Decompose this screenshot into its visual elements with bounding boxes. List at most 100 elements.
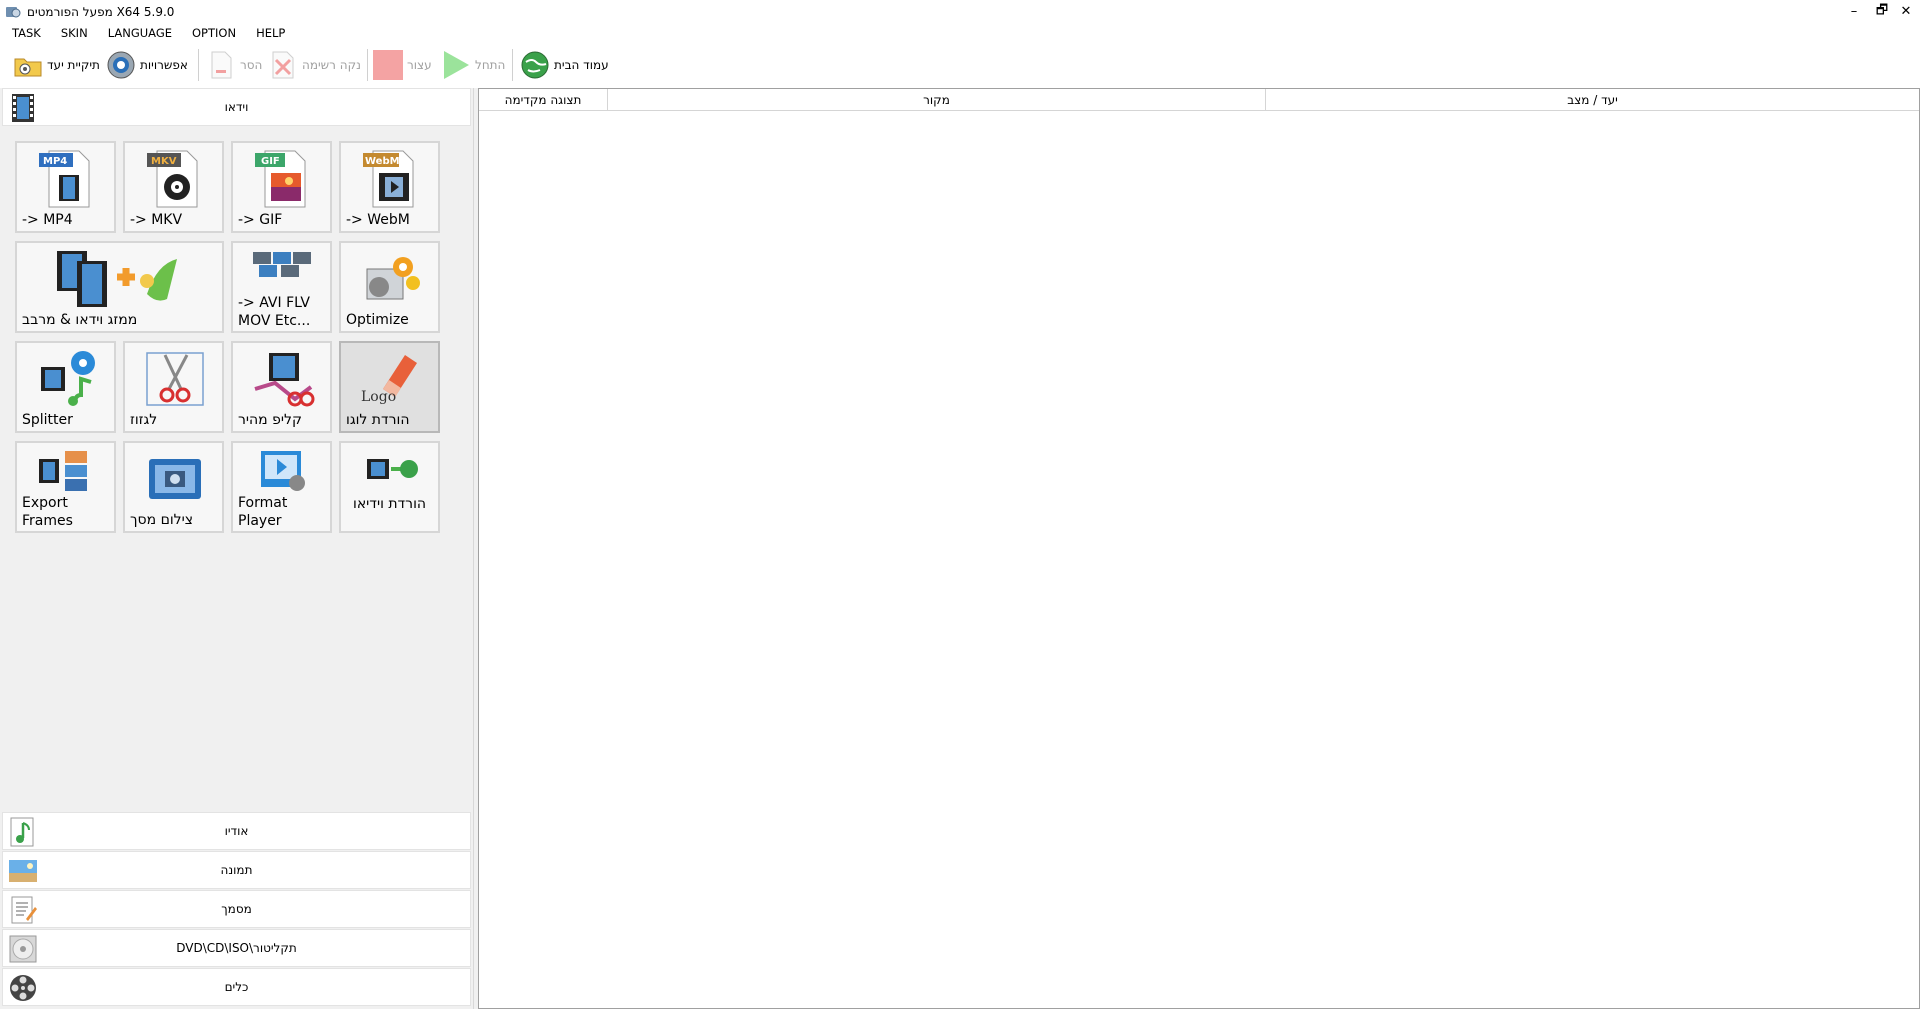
clear-list-button[interactable]: נקה רשימה [268, 48, 361, 82]
disc-icon [9, 935, 37, 963]
tile-export-frames[interactable]: Export Frames [15, 441, 116, 533]
file-list[interactable]: תצוגה מקדימה מקור יעד / מצב [478, 88, 1920, 1009]
output-folder-button[interactable]: תיקיית יעד [13, 48, 100, 82]
category-picture-label: תמונה [220, 863, 253, 877]
toolbar-divider [198, 49, 199, 81]
scissors-icon [146, 352, 204, 406]
stop-label: עצור [407, 58, 432, 72]
tile-avi-flv-mov[interactable]: -> AVI FLV MOV Etc... [231, 241, 332, 333]
stop-icon [373, 50, 403, 80]
formats-icon [253, 252, 311, 277]
picture-icon [9, 860, 37, 882]
column-source[interactable]: מקור [608, 89, 1266, 111]
minimize-button[interactable]: – [1840, 0, 1868, 23]
tile-video-joiner-label: ממזג וידאו & מרבב [22, 312, 138, 328]
category-audio-label: אודיו [224, 824, 249, 838]
tile-video-download-label: הורדת וידיאו [353, 496, 427, 512]
tile-splitter[interactable]: Splitter [15, 341, 116, 433]
tile-optimize-label: Optimize [346, 312, 409, 328]
category-utilities-label: כלים [224, 980, 249, 994]
mkv-badge-text: MKV [151, 156, 177, 167]
tile-video-joiner[interactable]: ממזג וידאו & מרבב [15, 241, 224, 333]
options-label: אפשרויות [140, 58, 188, 72]
tile-logo-remover[interactable]: Logo הורדת לוגו [339, 341, 440, 433]
tile-format-player[interactable]: Format Player [231, 441, 332, 533]
category-video-label: וידאו [224, 100, 249, 114]
tile-export-line1: Export [22, 495, 68, 511]
tile-splitter-label: Splitter [22, 412, 73, 428]
document-remove-icon [211, 51, 232, 79]
menu-language[interactable]: LANGUAGE [105, 24, 175, 42]
tile-optimize[interactable]: Optimize [339, 241, 440, 333]
mp4-badge-text: MP4 [43, 156, 67, 167]
column-preview[interactable]: תצוגה מקדימה [479, 89, 608, 111]
category-audio[interactable]: אודיו [2, 812, 471, 850]
tile-mkv[interactable]: MKV -> MKV [123, 141, 224, 233]
category-picture[interactable]: תמונה [2, 851, 471, 889]
webm-file-icon: WebM [363, 150, 414, 208]
gear-icon [107, 51, 135, 79]
tile-avi-flv-mov-label: -> AVI FLV MOV Etc... [238, 294, 310, 330]
column-output-status[interactable]: יעד / מצב [1266, 89, 1919, 111]
stop-button[interactable]: עצור [373, 48, 432, 82]
options-button[interactable]: אפשרויות [106, 48, 188, 82]
logo-text: Logo [361, 389, 396, 405]
export-frames-icon [39, 451, 87, 491]
category-utilities[interactable]: כלים [2, 968, 471, 1006]
menu-bar: TASK SKIN LANGUAGE OPTION HELP [0, 23, 1920, 43]
tile-avi-line2: MOV Etc... [238, 313, 311, 329]
mkv-file-icon: MKV [147, 150, 198, 208]
document-icon [11, 896, 37, 924]
menu-option[interactable]: OPTION [189, 24, 239, 42]
tile-avi-line1: -> AVI FLV [238, 295, 310, 311]
optimize-icon [366, 257, 420, 300]
category-rom-device[interactable]: DVD\CD\ISO\תקליטור [2, 929, 471, 967]
film-reel-icon [10, 975, 36, 1001]
tile-logo-remover-label: הורדת לוגו [346, 412, 410, 428]
tile-crop[interactable]: לגזוז [123, 341, 224, 433]
play-icon [444, 51, 469, 79]
tile-quick-clip[interactable]: קליפ מהיר [231, 341, 332, 433]
tile-webm[interactable]: WebM -> WebM [339, 141, 440, 233]
gif-badge-text: GIF [261, 156, 280, 167]
tile-player-line1: Format [238, 495, 288, 511]
gif-file-icon: GIF [255, 150, 306, 208]
remove-button[interactable]: הסר [206, 48, 262, 82]
player-icon [261, 451, 305, 491]
clear-list-label: נקה רשימה [302, 58, 361, 72]
homepage-button[interactable]: עמוד הבית [520, 48, 609, 82]
start-label: התחל [475, 58, 506, 72]
webm-badge-text: WebM [365, 156, 400, 167]
joiner-icon [57, 251, 177, 307]
quick-clip-icon [254, 353, 315, 407]
menu-task[interactable]: TASK [9, 24, 44, 42]
tile-mkv-label: -> MKV [130, 212, 183, 228]
tile-gif[interactable]: GIF -> GIF [231, 141, 332, 233]
menu-skin[interactable]: SKIN [58, 24, 91, 42]
tile-video-download[interactable]: הורדת וידיאו [339, 441, 440, 533]
eraser-icon: Logo [361, 355, 417, 405]
tile-screen-record-label: צילום מסך [130, 512, 194, 528]
folder-icon [14, 58, 42, 77]
tile-mp4[interactable]: MP4 -> MP4 [15, 141, 116, 233]
close-button[interactable]: ✕ [1892, 0, 1920, 23]
category-document[interactable]: מסמך [2, 890, 471, 928]
globe-icon [521, 51, 549, 79]
music-note-icon [10, 817, 34, 847]
tile-quick-clip-label: קליפ מהיר [238, 412, 302, 428]
tile-screen-record[interactable]: צילום מסך [123, 441, 224, 533]
splitter-icon [41, 351, 95, 406]
category-video[interactable]: וידאו [2, 88, 471, 126]
start-button[interactable]: התחל [441, 48, 505, 82]
tile-crop-label: לגזוז [130, 412, 158, 428]
toolbar: תיקיית יעד אפשרויות הסר נקה רשימה עצור ה… [0, 43, 1920, 88]
window-title: מפעל הפורמטים X64 5.9.0 [27, 4, 175, 19]
remove-label: הסר [240, 58, 263, 72]
tile-webm-label: -> WebM [346, 212, 410, 228]
toolbar-divider [367, 49, 368, 81]
screen-record-icon [149, 459, 201, 499]
menu-help[interactable]: HELP [253, 24, 288, 42]
tile-player-line2: Player [238, 513, 282, 529]
toolbar-divider [512, 49, 513, 81]
video-download-icon [367, 459, 418, 479]
